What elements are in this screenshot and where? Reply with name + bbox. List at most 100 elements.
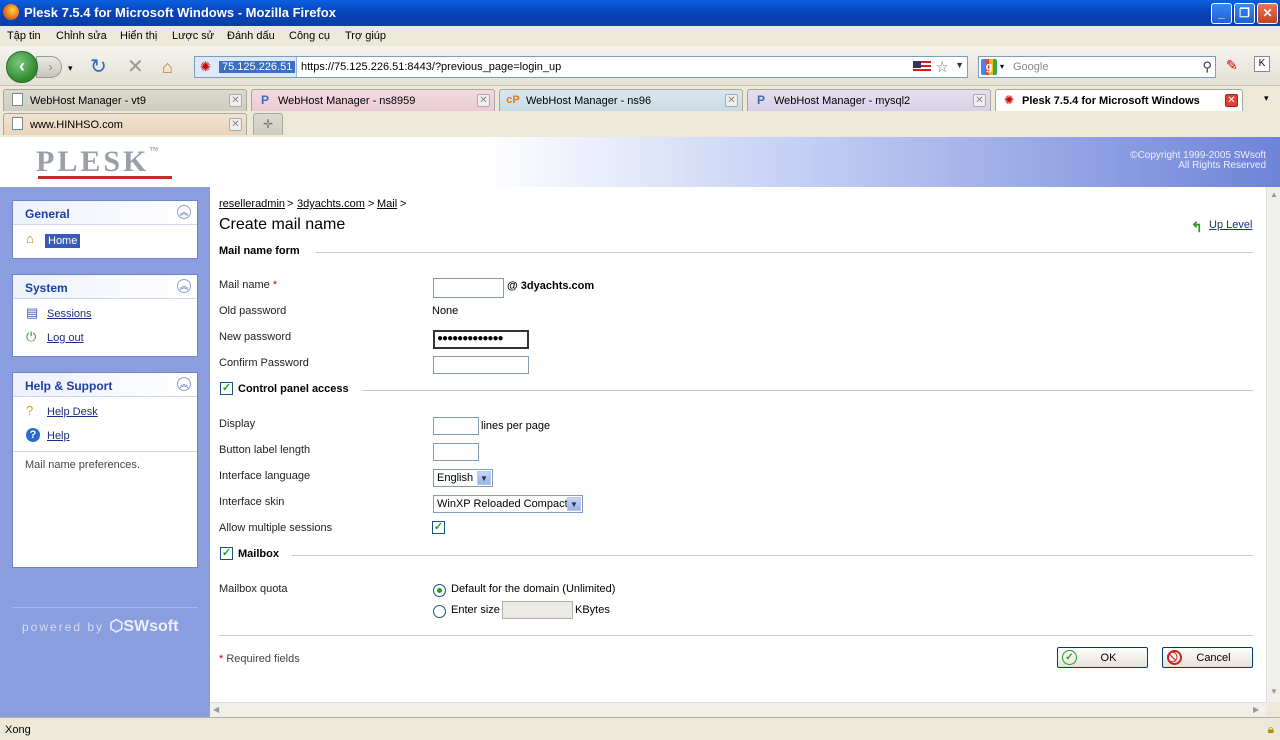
logo-underline <box>38 176 172 179</box>
control-panel-access-checkbox[interactable]: ✓ <box>220 382 233 395</box>
collapse-icon[interactable]: ︽ <box>177 377 191 391</box>
menu-bar: Tập tin Chỉnh sửa Hiển thị Lược sử Đánh … <box>0 26 1280 46</box>
close-tab-icon[interactable]: ✕ <box>1225 94 1238 107</box>
tab-list-dropdown-icon[interactable]: ▾ <box>1264 93 1269 104</box>
quota-size-input[interactable] <box>502 601 573 619</box>
sidebar-divider <box>12 607 198 608</box>
quota-unit: KBytes <box>575 604 610 616</box>
chevron-down-icon[interactable]: ▼ <box>477 471 491 485</box>
confirm-password-input[interactable] <box>433 356 529 374</box>
forward-button[interactable]: › <box>36 56 62 78</box>
tab-webhost-mysql2[interactable]: P WebHost Manager - mysql2 ✕ <box>747 89 991 111</box>
home-icon[interactable]: ⌂ <box>162 58 173 76</box>
tab-webhost-ns8959[interactable]: P WebHost Manager - ns8959 ✕ <box>251 89 495 111</box>
close-tab-icon[interactable]: ✕ <box>229 118 242 131</box>
up-level-link[interactable]: Up Level <box>1209 219 1252 231</box>
history-dropdown-icon[interactable]: ▾ <box>68 59 73 77</box>
quota-default-radio[interactable] <box>433 584 446 597</box>
close-tab-icon[interactable]: ✕ <box>229 94 242 107</box>
chevron-down-icon[interactable]: ▼ <box>567 497 581 511</box>
vertical-scrollbar[interactable]: ▲ ▼ <box>1266 187 1280 702</box>
us-flag-icon <box>913 61 931 73</box>
tab-label: Plesk 7.5.4 for Microsoft Windows <box>1022 95 1200 107</box>
reload-icon[interactable]: ↻ <box>90 57 107 77</box>
scroll-up-icon[interactable]: ▲ <box>1270 190 1278 199</box>
scroll-left-icon[interactable]: ◀ <box>213 705 219 714</box>
lines-per-page-input[interactable] <box>433 417 479 435</box>
window-titlebar: Plesk 7.5.4 for Microsoft Windows - Mozi… <box>0 0 1280 26</box>
close-tab-icon[interactable]: ✕ <box>973 94 986 107</box>
url-text[interactable]: https://75.125.226.51:8443/?previous_pag… <box>301 61 561 73</box>
menu-history[interactable]: Lược sử <box>172 30 214 42</box>
search-box[interactable]: g ▾ Google ⚲ <box>978 56 1216 78</box>
new-tab-button[interactable]: ✛ <box>253 113 283 135</box>
horizontal-scrollbar[interactable]: ◀ ▶ <box>210 702 1266 717</box>
cancel-button[interactable]: ⃠ Cancel <box>1162 647 1253 668</box>
sidebar-item-logout[interactable]: Log out <box>47 332 84 344</box>
section-divider <box>316 252 1253 253</box>
extension-icon[interactable]: K <box>1254 56 1270 72</box>
plesk-favicon-icon: ✺ <box>1003 93 1015 107</box>
maximize-button[interactable]: ❐ <box>1234 3 1255 24</box>
collapse-icon[interactable]: ︽ <box>177 279 191 293</box>
ok-button[interactable]: ✓ OK <box>1057 647 1148 668</box>
breadcrumb-mail[interactable]: Mail <box>377 198 397 210</box>
mailbox-checkbox[interactable]: ✓ <box>220 547 233 560</box>
mailbox-quota-label: Mailbox quota <box>219 583 288 595</box>
allow-multiple-sessions-checkbox[interactable]: ✓ <box>432 521 445 534</box>
tab-hinhso[interactable]: www.HINHSO.com ✕ <box>3 113 247 135</box>
interface-skin-label: Interface skin <box>219 496 285 508</box>
search-icon[interactable]: ⚲ <box>1202 59 1212 75</box>
up-level-icon[interactable]: ↰ <box>1191 219 1203 236</box>
menu-view[interactable]: Hiển thị <box>120 30 157 42</box>
sidebar-item-help[interactable]: Help <box>47 430 70 442</box>
select-value: English <box>437 472 474 484</box>
close-tab-icon[interactable]: ✕ <box>725 94 738 107</box>
close-tab-icon[interactable]: ✕ <box>477 94 490 107</box>
menu-bookmarks[interactable]: Đánh dấu <box>227 30 275 42</box>
scroll-down-icon[interactable]: ▼ <box>1270 687 1278 696</box>
google-icon[interactable]: g <box>981 59 997 75</box>
old-password-label: Old password <box>219 305 287 317</box>
confirm-password-label: Confirm Password <box>219 357 309 369</box>
breadcrumb-separator: > <box>368 198 375 210</box>
close-window-button[interactable]: ✕ <box>1257 3 1278 24</box>
search-engine-dropdown-icon[interactable]: ▾ <box>1000 62 1004 71</box>
bookmark-star-icon[interactable]: ☆ <box>936 58 949 76</box>
url-bar[interactable]: ✺ 75.125.226.51 https://75.125.226.51:84… <box>194 56 968 78</box>
breadcrumb-domain[interactable]: 3dyachts.com <box>297 198 365 210</box>
url-dropdown-icon[interactable]: ▼ <box>955 60 964 70</box>
lock-icon[interactable]: 🔒︎ <box>1268 722 1274 737</box>
menu-file[interactable]: Tập tin <box>7 30 41 42</box>
breadcrumb-reselleradmin[interactable]: reselleradmin <box>219 198 285 210</box>
stop-icon[interactable]: ✕ <box>127 57 144 77</box>
sidebar-item-helpdesk[interactable]: Help Desk <box>47 406 98 418</box>
menu-help[interactable]: Trợ giúp <box>345 30 386 42</box>
section-divider <box>362 390 1253 391</box>
sidebar-item-home[interactable]: Home <box>45 234 81 248</box>
panel-title: General <box>25 207 70 221</box>
back-button[interactable]: ‹ <box>6 51 38 83</box>
collapse-icon[interactable]: ︽ <box>177 205 191 219</box>
mail-name-input[interactable] <box>433 278 504 298</box>
new-password-input[interactable]: ●●●●●●●●●●●●● <box>433 330 529 349</box>
tab-label: www.HINHSO.com <box>30 119 123 131</box>
addon-icon[interactable]: ✎ <box>1226 56 1238 74</box>
button-label-length-input[interactable] <box>433 443 479 461</box>
scroll-right-icon[interactable]: ▶ <box>1253 705 1259 714</box>
sidebar-item-sessions[interactable]: Sessions <box>47 308 92 320</box>
minimize-button[interactable]: _ <box>1211 3 1232 24</box>
tab-webhost-ns96[interactable]: cP WebHost Manager - ns96 ✕ <box>499 89 743 111</box>
tab-plesk[interactable]: ✺ Plesk 7.5.4 for Microsoft Windows ✕ <box>995 89 1243 111</box>
quota-enter-size-radio[interactable] <box>433 605 446 618</box>
site-identity-button[interactable]: ✺ 75.125.226.51 <box>195 57 297 77</box>
menu-edit[interactable]: Chỉnh sửa <box>56 30 107 42</box>
menu-tools[interactable]: Công cụ <box>289 30 330 42</box>
section-mailbox: Mailbox <box>238 548 279 560</box>
form-bottom-divider <box>219 635 1253 636</box>
tab-webhost-vt9[interactable]: WebHost Manager - vt9 ✕ <box>3 89 247 111</box>
interface-language-select[interactable]: English ▼ <box>433 469 493 487</box>
section-divider <box>292 555 1253 556</box>
copyright-line2: All Rights Reserved <box>1178 160 1266 171</box>
interface-skin-select[interactable]: WinXP Reloaded Compact ▼ <box>433 495 583 513</box>
